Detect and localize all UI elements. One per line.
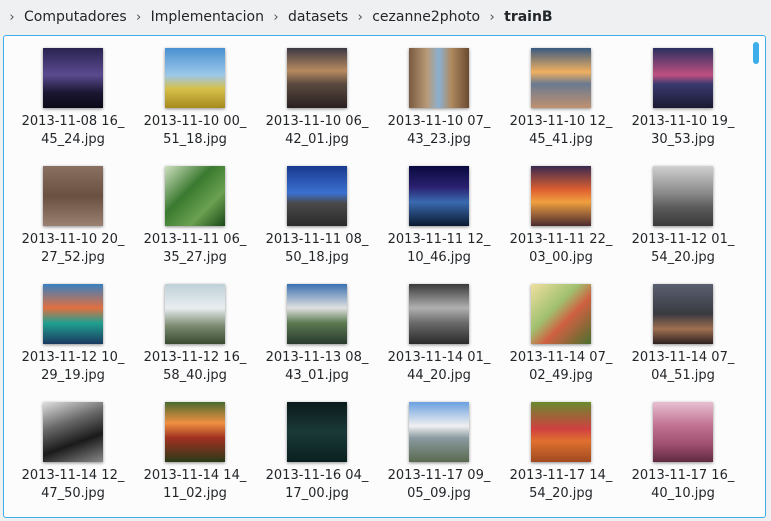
file-thumbnail bbox=[165, 48, 225, 108]
file-thumbnail bbox=[653, 284, 713, 344]
file-thumbnail bbox=[409, 166, 469, 226]
file-name: 2013-11-17 16_ 40_10.jpg bbox=[631, 468, 735, 501]
file-item[interactable]: 2013-11-13 08_ 43_01.jpg bbox=[256, 280, 378, 398]
chevron-right-icon: › bbox=[273, 9, 279, 25]
file-item[interactable]: 2013-11-11 06_ 35_27.jpg bbox=[134, 162, 256, 280]
file-name: 2013-11-11 12_ 10_46.jpg bbox=[387, 232, 491, 265]
file-name: 2013-11-12 16_ 58_40.jpg bbox=[143, 350, 247, 383]
file-item[interactable]: 2013-11-10 07_ 43_23.jpg bbox=[378, 44, 500, 162]
chevron-right-icon: › bbox=[136, 9, 142, 25]
file-thumbnail bbox=[653, 48, 713, 108]
file-item[interactable]: 2013-11-14 07_ 02_49.jpg bbox=[500, 280, 622, 398]
file-item[interactable]: 2013-11-16 04_ 17_00.jpg bbox=[256, 398, 378, 516]
file-name: 2013-11-11 08_ 50_18.jpg bbox=[265, 232, 369, 265]
file-item[interactable]: 2013-11-14 14_ 11_02.jpg bbox=[134, 398, 256, 516]
file-name: 2013-11-17 09_ 05_09.jpg bbox=[387, 468, 491, 501]
file-name: 2013-11-14 01_ 44_20.jpg bbox=[387, 350, 491, 383]
file-thumbnail bbox=[531, 166, 591, 226]
file-item[interactable]: 2013-11-10 12_ 45_41.jpg bbox=[500, 44, 622, 162]
file-item[interactable]: 2013-11-10 00_ 51_18.jpg bbox=[134, 44, 256, 162]
file-thumbnail bbox=[287, 284, 347, 344]
file-thumbnail bbox=[43, 284, 103, 344]
breadcrumb-label: datasets bbox=[288, 9, 349, 25]
file-item[interactable]: 2013-11-11 22_ 03_00.jpg bbox=[500, 162, 622, 280]
file-item[interactable]: 2013-11-17 14_ 54_20.jpg bbox=[500, 398, 622, 516]
breadcrumb: › Computadores › Implementacion › datasets › ce… bbox=[0, 0, 771, 34]
file-name: 2013-11-14 14_ 11_02.jpg bbox=[143, 468, 247, 501]
file-item[interactable]: 2013-11-12 16_ 58_40.jpg bbox=[134, 280, 256, 398]
breadcrumb-label: Implementacion bbox=[150, 9, 264, 25]
file-name: 2013-11-10 06_ 42_01.jpg bbox=[265, 114, 369, 147]
file-grid: 2013-11-08 16_ 45_24.jpg 2013-11-10 00_ 51_… bbox=[12, 44, 744, 516]
file-item[interactable]: 2013-11-14 07_ 04_51.jpg bbox=[622, 280, 744, 398]
file-name: 2013-11-08 16_ 45_24.jpg bbox=[21, 114, 125, 147]
file-thumbnail bbox=[531, 48, 591, 108]
file-thumbnail bbox=[165, 402, 225, 462]
file-name: 2013-11-17 14_ 54_20.jpg bbox=[509, 468, 613, 501]
breadcrumb-item[interactable]: › Computadores bbox=[0, 9, 127, 25]
breadcrumb-label: trainB bbox=[504, 9, 553, 25]
file-name: 2013-11-13 08_ 43_01.jpg bbox=[265, 350, 369, 383]
file-name: 2013-11-11 06_ 35_27.jpg bbox=[143, 232, 247, 265]
file-thumbnail bbox=[409, 402, 469, 462]
breadcrumb-label: cezanne2photo bbox=[372, 9, 481, 25]
file-thumbnail bbox=[287, 402, 347, 462]
breadcrumb-item[interactable]: › Implementacion bbox=[127, 9, 264, 25]
file-item[interactable]: 2013-11-11 08_ 50_18.jpg bbox=[256, 162, 378, 280]
chevron-right-icon: › bbox=[489, 9, 495, 25]
file-thumbnail bbox=[409, 284, 469, 344]
file-thumbnail bbox=[531, 284, 591, 344]
file-name: 2013-11-14 07_ 04_51.jpg bbox=[631, 350, 735, 383]
file-item[interactable]: 2013-11-17 09_ 05_09.jpg bbox=[378, 398, 500, 516]
file-thumbnail bbox=[409, 48, 469, 108]
file-item[interactable]: 2013-11-17 16_ 40_10.jpg bbox=[622, 398, 744, 516]
file-item[interactable]: 2013-11-14 12_ 47_50.jpg bbox=[12, 398, 134, 516]
file-view[interactable]: 2013-11-08 16_ 45_24.jpg 2013-11-10 00_ 51_… bbox=[3, 35, 766, 518]
breadcrumb-item[interactable]: › datasets bbox=[264, 9, 348, 25]
file-name: 2013-11-16 04_ 17_00.jpg bbox=[265, 468, 369, 501]
file-item[interactable]: 2013-11-12 01_ 54_20.jpg bbox=[622, 162, 744, 280]
file-thumbnail bbox=[287, 166, 347, 226]
file-item[interactable]: 2013-11-12 10_ 29_19.jpg bbox=[12, 280, 134, 398]
file-thumbnail bbox=[165, 284, 225, 344]
file-thumbnail bbox=[287, 48, 347, 108]
file-thumbnail bbox=[653, 166, 713, 226]
file-thumbnail bbox=[531, 402, 591, 462]
file-name: 2013-11-12 01_ 54_20.jpg bbox=[631, 232, 735, 265]
chevron-right-icon: › bbox=[9, 9, 15, 25]
breadcrumb-item[interactable]: › trainB bbox=[480, 9, 553, 25]
scrollbar-thumb[interactable] bbox=[753, 42, 759, 64]
file-item[interactable]: 2013-11-10 06_ 42_01.jpg bbox=[256, 44, 378, 162]
file-item[interactable]: 2013-11-11 12_ 10_46.jpg bbox=[378, 162, 500, 280]
file-name: 2013-11-10 12_ 45_41.jpg bbox=[509, 114, 613, 147]
file-name: 2013-11-14 12_ 47_50.jpg bbox=[21, 468, 125, 501]
file-name: 2013-11-12 10_ 29_19.jpg bbox=[21, 350, 125, 383]
chevron-right-icon: › bbox=[357, 9, 363, 25]
vertical-scrollbar[interactable] bbox=[753, 42, 761, 514]
breadcrumb-label: Computadores bbox=[24, 9, 127, 25]
file-name: 2013-11-10 20_ 27_52.jpg bbox=[21, 232, 125, 265]
file-thumbnail bbox=[43, 402, 103, 462]
file-name: 2013-11-10 19_ 30_53.jpg bbox=[631, 114, 735, 147]
file-item[interactable]: 2013-11-10 19_ 30_53.jpg bbox=[622, 44, 744, 162]
file-name: 2013-11-10 00_ 51_18.jpg bbox=[143, 114, 247, 147]
file-name: 2013-11-14 07_ 02_49.jpg bbox=[509, 350, 613, 383]
breadcrumb-item[interactable]: › cezanne2photo bbox=[348, 9, 481, 25]
file-item[interactable]: 2013-11-08 16_ 45_24.jpg bbox=[12, 44, 134, 162]
file-item[interactable]: 2013-11-10 20_ 27_52.jpg bbox=[12, 162, 134, 280]
file-thumbnail bbox=[43, 166, 103, 226]
file-thumbnail bbox=[165, 166, 225, 226]
file-item[interactable]: 2013-11-14 01_ 44_20.jpg bbox=[378, 280, 500, 398]
file-thumbnail bbox=[43, 48, 103, 108]
file-name: 2013-11-10 07_ 43_23.jpg bbox=[387, 114, 491, 147]
file-thumbnail bbox=[653, 402, 713, 462]
file-name: 2013-11-11 22_ 03_00.jpg bbox=[509, 232, 613, 265]
